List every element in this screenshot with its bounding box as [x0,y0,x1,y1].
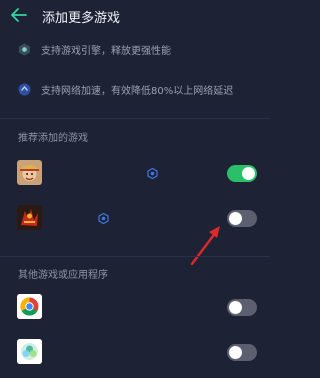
feature-engine-text: 支持游戏引擎，释放更强性能 [41,45,171,57]
divider [0,118,270,119]
list-item-game-1[interactable] [0,155,270,191]
list-item-gallery[interactable] [0,334,270,370]
accelerate-badge-icon [98,213,109,224]
page-title: 添加更多游戏 [42,11,121,26]
feature-network-text: 支持网络加速，有效降低80%以上网络延迟 [41,85,234,97]
game-app-icon [17,205,42,230]
toggle-knob [242,167,255,180]
game-1-toggle[interactable] [227,165,257,182]
gallery-app-icon [17,339,42,364]
section-title-others: 其他游戏或应用程序 [18,270,108,281]
chrome-toggle[interactable] [227,299,257,316]
feature-network: 支持网络加速，有效降低80%以上网络延迟 [18,81,233,97]
list-item-chrome[interactable] [0,289,270,325]
toggle-knob [229,301,242,314]
toggle-knob [229,346,242,359]
section-title-recommended: 推荐添加的游戏 [18,133,88,144]
game-app-icon [17,160,42,185]
back-arrow-icon[interactable] [10,6,28,24]
red-arrow-icon [190,226,220,266]
engine-icon [18,43,31,56]
chrome-app-icon [17,294,42,319]
accelerate-badge-icon [147,168,158,179]
feature-engine: 支持游戏引擎，释放更强性能 [18,41,171,57]
network-accelerate-icon [18,83,31,96]
list-item-game-2[interactable] [0,200,270,236]
top-bar: 添加更多游戏 [0,0,270,30]
toggle-knob [229,212,242,225]
divider [0,256,270,257]
game-2-toggle[interactable] [227,210,257,227]
gallery-toggle[interactable] [227,344,257,361]
